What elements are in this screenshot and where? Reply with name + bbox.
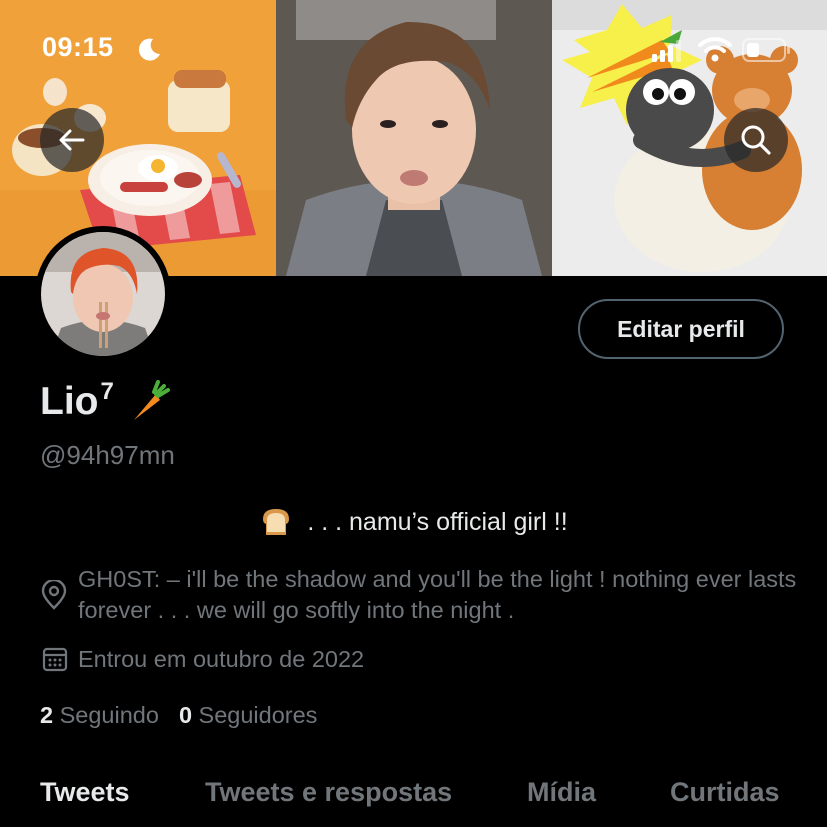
bio-text: . . . namu’s official girl !! [307,507,568,536]
back-button[interactable] [40,108,104,172]
user-handle: @94h97mn [40,440,175,470]
profile-bio: . . . namu’s official girl !! [0,505,827,546]
search-button[interactable] [724,108,788,172]
profile-join-date: Entrou em outubro de 2022 [40,644,364,675]
edit-profile-button[interactable]: Editar perfil [578,299,784,359]
following-label: Seguindo [59,702,159,728]
display-name-text: Lio [40,380,99,423]
tab-tweets-replies[interactable]: Tweets e respostas [205,777,452,808]
calendar-icon [42,647,68,672]
avatar-image [41,232,165,356]
follow-stats: 2 Seguindo 0 Seguidores [40,702,317,729]
carrot-emoji-icon [133,380,170,420]
moon-icon [138,38,160,61]
wifi-icon [698,37,732,62]
join-date-text: Entrou em outubro de 2022 [78,646,365,672]
display-name: Lio 7 [40,378,172,424]
avatar[interactable] [35,226,171,362]
followers-label: Seguidores [198,702,318,728]
followers-count: 0 [178,702,193,728]
display-name-superscript: 7 [100,378,114,405]
following-link[interactable]: 2 Seguindo [40,702,159,728]
cellular-signal-icon [652,40,681,62]
banner-image-portrait [276,0,552,276]
search-icon [741,125,771,155]
bread-emoji-icon [263,509,290,535]
location-pin-icon [41,580,67,610]
tab-likes[interactable]: Curtidas [670,777,780,808]
location-text: GH0ST: – i'll be the shadow and you'll b… [78,566,797,623]
profile-location: GH0ST: – i'll be the shadow and you'll b… [40,564,818,626]
following-count: 2 [40,702,54,728]
battery-icon [742,38,790,62]
tab-media[interactable]: Mídia [527,777,596,808]
tab-tweets[interactable]: Tweets [40,777,130,808]
followers-link[interactable]: 0 Seguidores [179,702,318,728]
arrow-left-icon [59,129,85,151]
status-time: 09:15 [42,32,114,62]
